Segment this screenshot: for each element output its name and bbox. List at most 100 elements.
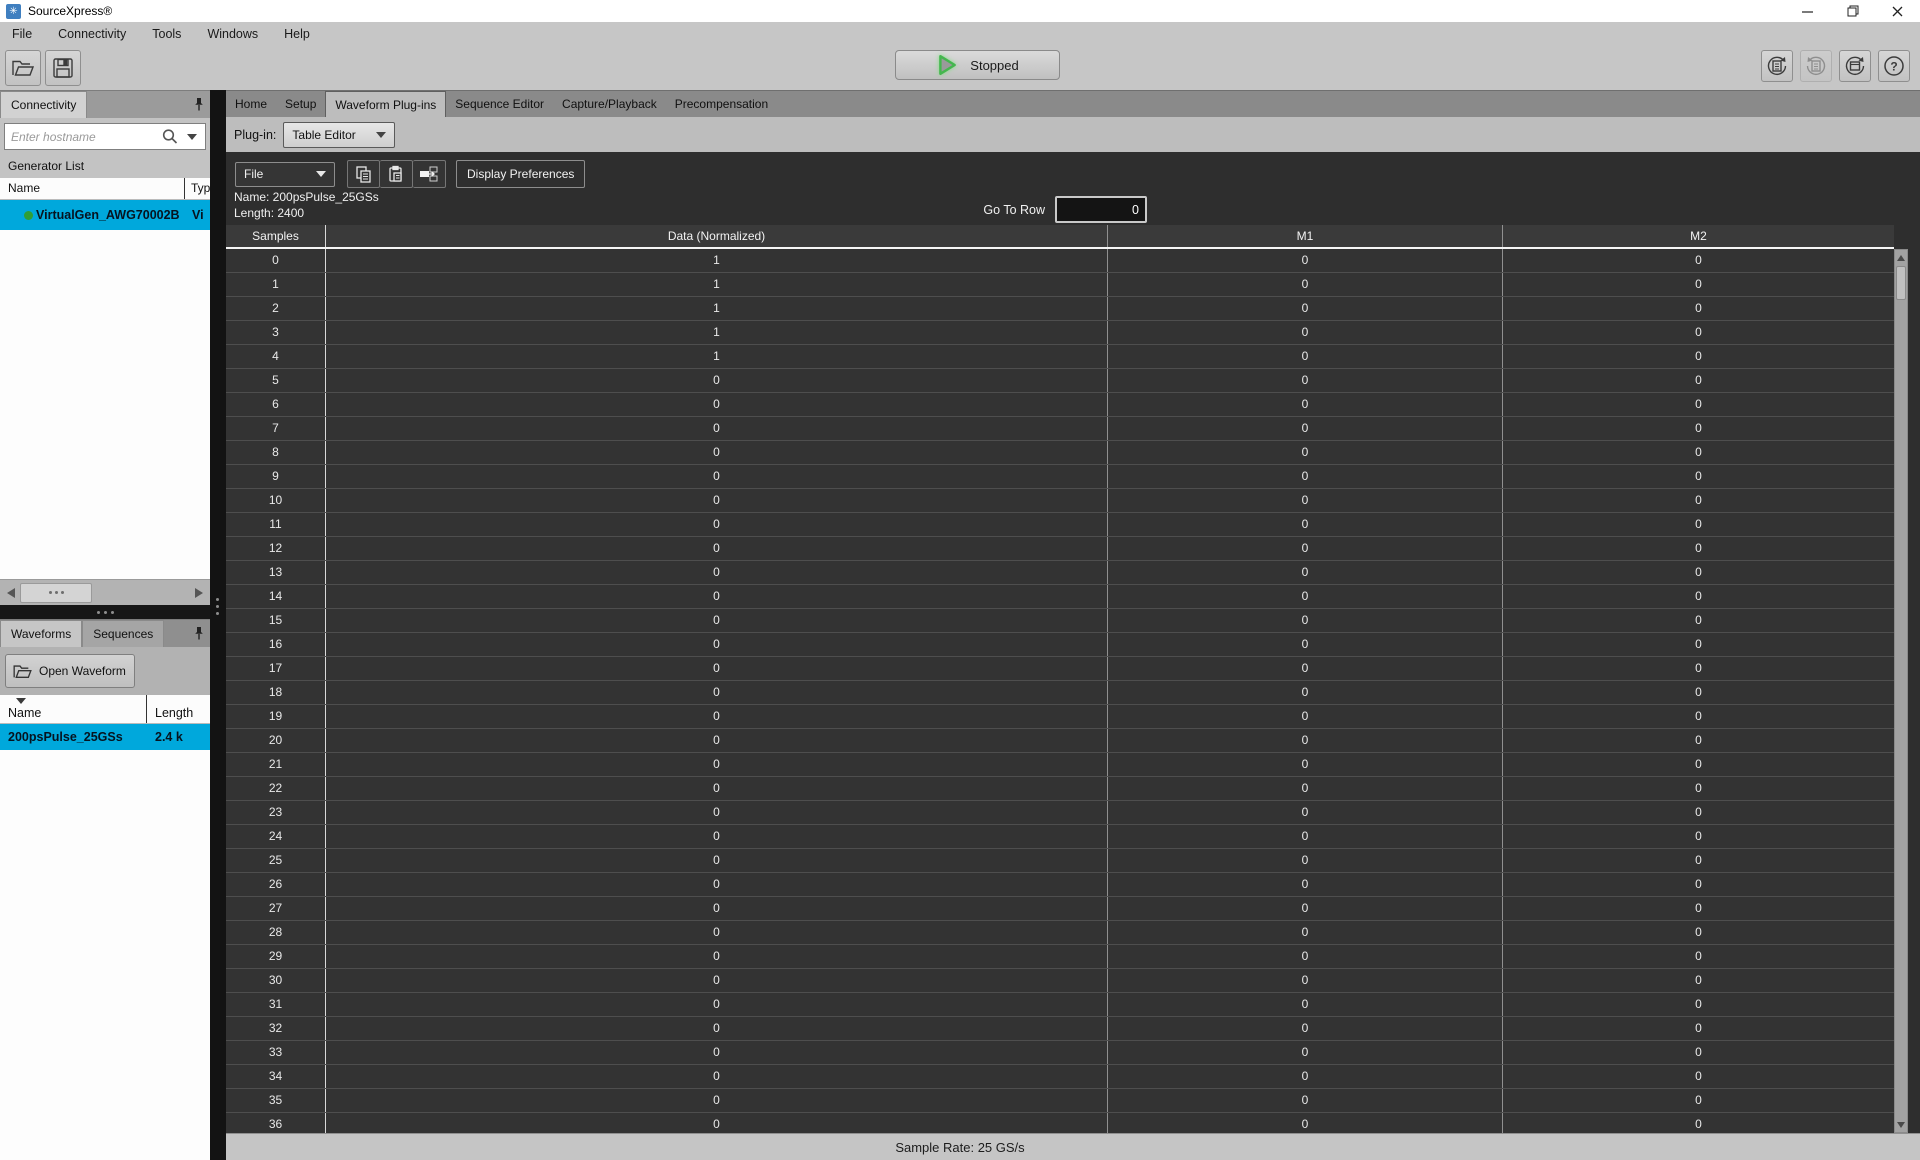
tab-waveforms[interactable]: Waveforms bbox=[0, 620, 83, 647]
table-cell[interactable]: 2 bbox=[226, 297, 326, 320]
table-row[interactable]: 0100 bbox=[226, 249, 1894, 273]
table-cell[interactable]: 0 bbox=[1108, 513, 1503, 536]
table-row[interactable]: 25 0 0 0 bbox=[226, 849, 1894, 873]
table-cell[interactable]: 0 bbox=[1108, 561, 1503, 584]
table-cell[interactable]: 1 bbox=[326, 249, 1108, 272]
table-cell[interactable]: 0 bbox=[1503, 945, 1894, 968]
table-cell[interactable]: 7 bbox=[226, 417, 326, 440]
table-cell[interactable]: 0 bbox=[1108, 873, 1503, 896]
table-cell[interactable]: 31 bbox=[226, 993, 326, 1016]
save-button[interactable] bbox=[45, 50, 81, 86]
paste-button[interactable] bbox=[380, 160, 413, 188]
open-file-button[interactable] bbox=[5, 50, 41, 86]
table-cell[interactable]: 0 bbox=[1108, 1041, 1503, 1064]
file-dropdown[interactable]: File bbox=[235, 161, 335, 187]
generator-col-type[interactable]: Typ bbox=[185, 178, 210, 199]
table-cell[interactable]: 0 bbox=[1503, 513, 1894, 536]
table-cell[interactable]: 0 bbox=[1108, 489, 1503, 512]
table-row[interactable]: 4100 bbox=[226, 345, 1894, 369]
tab-capture-playback[interactable]: Capture/Playback bbox=[553, 91, 666, 117]
table-row[interactable]: 12 0 0 0 bbox=[226, 537, 1894, 561]
table-cell[interactable]: 0 bbox=[1503, 417, 1894, 440]
table-cell[interactable]: 25 bbox=[226, 849, 326, 872]
table-row[interactable]: 17 0 0 0 bbox=[226, 657, 1894, 681]
table-cell[interactable]: 0 bbox=[1108, 633, 1503, 656]
tab-home[interactable]: Home bbox=[226, 91, 276, 117]
table-cell[interactable]: 0 bbox=[1503, 345, 1894, 368]
table-cell[interactable]: 0 bbox=[326, 441, 1108, 464]
table-cell[interactable]: 0 bbox=[326, 393, 1108, 416]
generator-col-name[interactable]: Name bbox=[0, 178, 185, 199]
table-cell[interactable]: 0 bbox=[1108, 849, 1503, 872]
table-cell[interactable]: 0 bbox=[1503, 873, 1894, 896]
table-cell[interactable]: 0 bbox=[326, 873, 1108, 896]
table-cell[interactable]: 0 bbox=[326, 417, 1108, 440]
table-cell[interactable]: 0 bbox=[1108, 465, 1503, 488]
table-cell[interactable]: 0 bbox=[326, 585, 1108, 608]
table-cell[interactable]: 0 bbox=[1108, 1113, 1503, 1133]
table-row[interactable]: 14 0 0 0 bbox=[226, 585, 1894, 609]
table-row[interactable]: 20 0 0 0 bbox=[226, 729, 1894, 753]
table-cell[interactable]: 0 bbox=[1503, 585, 1894, 608]
table-cell[interactable]: 0 bbox=[1503, 537, 1894, 560]
table-cell[interactable]: 0 bbox=[326, 1065, 1108, 1088]
table-cell[interactable]: 0 bbox=[1108, 1017, 1503, 1040]
table-cell[interactable]: 0 bbox=[326, 1089, 1108, 1112]
table-cell[interactable]: 0 bbox=[326, 561, 1108, 584]
table-cell[interactable]: 0 bbox=[1503, 633, 1894, 656]
table-cell[interactable]: 0 bbox=[1108, 777, 1503, 800]
table-row[interactable]: 23 0 0 0 bbox=[226, 801, 1894, 825]
table-row[interactable]: 33 0 0 0 bbox=[226, 1041, 1894, 1065]
table-cell[interactable]: 0 bbox=[326, 897, 1108, 920]
table-cell[interactable]: 0 bbox=[326, 705, 1108, 728]
table-cell[interactable]: 0 bbox=[1503, 609, 1894, 632]
minimize-button[interactable] bbox=[1785, 0, 1830, 22]
table-cell[interactable]: 0 bbox=[1503, 729, 1894, 752]
header-samples[interactable]: Samples bbox=[226, 225, 326, 247]
restore-settings-button[interactable] bbox=[1761, 50, 1793, 82]
table-cell[interactable]: 4 bbox=[226, 345, 326, 368]
table-cell[interactable]: 0 bbox=[1108, 321, 1503, 344]
table-cell[interactable]: 0 bbox=[1108, 249, 1503, 272]
table-cell[interactable]: 15 bbox=[226, 609, 326, 632]
table-cell[interactable]: 0 bbox=[1503, 753, 1894, 776]
table-cell[interactable]: 0 bbox=[1108, 753, 1503, 776]
table-cell[interactable]: 0 bbox=[1108, 609, 1503, 632]
menu-connectivity[interactable]: Connectivity bbox=[58, 27, 126, 41]
plugin-dropdown[interactable]: Table Editor bbox=[283, 121, 396, 148]
table-row[interactable]: 26 0 0 0 bbox=[226, 873, 1894, 897]
table-row[interactable]: 35 0 0 0 bbox=[226, 1089, 1894, 1113]
table-cell[interactable]: 0 bbox=[1503, 705, 1894, 728]
table-cell[interactable]: 0 bbox=[1503, 1065, 1894, 1088]
menu-file[interactable]: File bbox=[12, 27, 32, 41]
table-row[interactable]: 19 0 0 0 bbox=[226, 705, 1894, 729]
table-row[interactable]: 27 0 0 0 bbox=[226, 897, 1894, 921]
waveform-row-selected[interactable]: 200psPulse_25GSs 2.4 k bbox=[0, 724, 210, 750]
menu-windows[interactable]: Windows bbox=[207, 27, 258, 41]
connectivity-hscrollbar[interactable] bbox=[0, 579, 210, 605]
table-cell[interactable]: 32 bbox=[226, 1017, 326, 1040]
table-cell[interactable]: 16 bbox=[226, 633, 326, 656]
scroll-right-icon[interactable] bbox=[190, 583, 208, 603]
restore-button[interactable] bbox=[1830, 0, 1875, 22]
table-cell[interactable]: 0 bbox=[326, 537, 1108, 560]
table-cell[interactable]: 0 bbox=[1503, 849, 1894, 872]
table-cell[interactable]: 0 bbox=[326, 801, 1108, 824]
table-cell[interactable]: 0 bbox=[326, 993, 1108, 1016]
table-cell[interactable]: 36 bbox=[226, 1113, 326, 1133]
table-cell[interactable]: 0 bbox=[1503, 561, 1894, 584]
table-row[interactable]: 18 0 0 0 bbox=[226, 681, 1894, 705]
menu-tools[interactable]: Tools bbox=[152, 27, 181, 41]
help-button[interactable]: ? bbox=[1878, 50, 1910, 82]
table-cell[interactable]: 29 bbox=[226, 945, 326, 968]
table-cell[interactable]: 0 bbox=[1503, 801, 1894, 824]
table-cell[interactable]: 0 bbox=[1503, 897, 1894, 920]
table-cell[interactable]: 0 bbox=[1503, 489, 1894, 512]
table-cell[interactable]: 12 bbox=[226, 537, 326, 560]
table-cell[interactable]: 6 bbox=[226, 393, 326, 416]
table-vscrollbar[interactable] bbox=[1894, 249, 1908, 1133]
table-row[interactable]: 32 0 0 0 bbox=[226, 1017, 1894, 1041]
table-cell[interactable]: 0 bbox=[326, 465, 1108, 488]
copy-button[interactable] bbox=[347, 160, 380, 188]
table-cell[interactable]: 0 bbox=[1108, 1089, 1503, 1112]
